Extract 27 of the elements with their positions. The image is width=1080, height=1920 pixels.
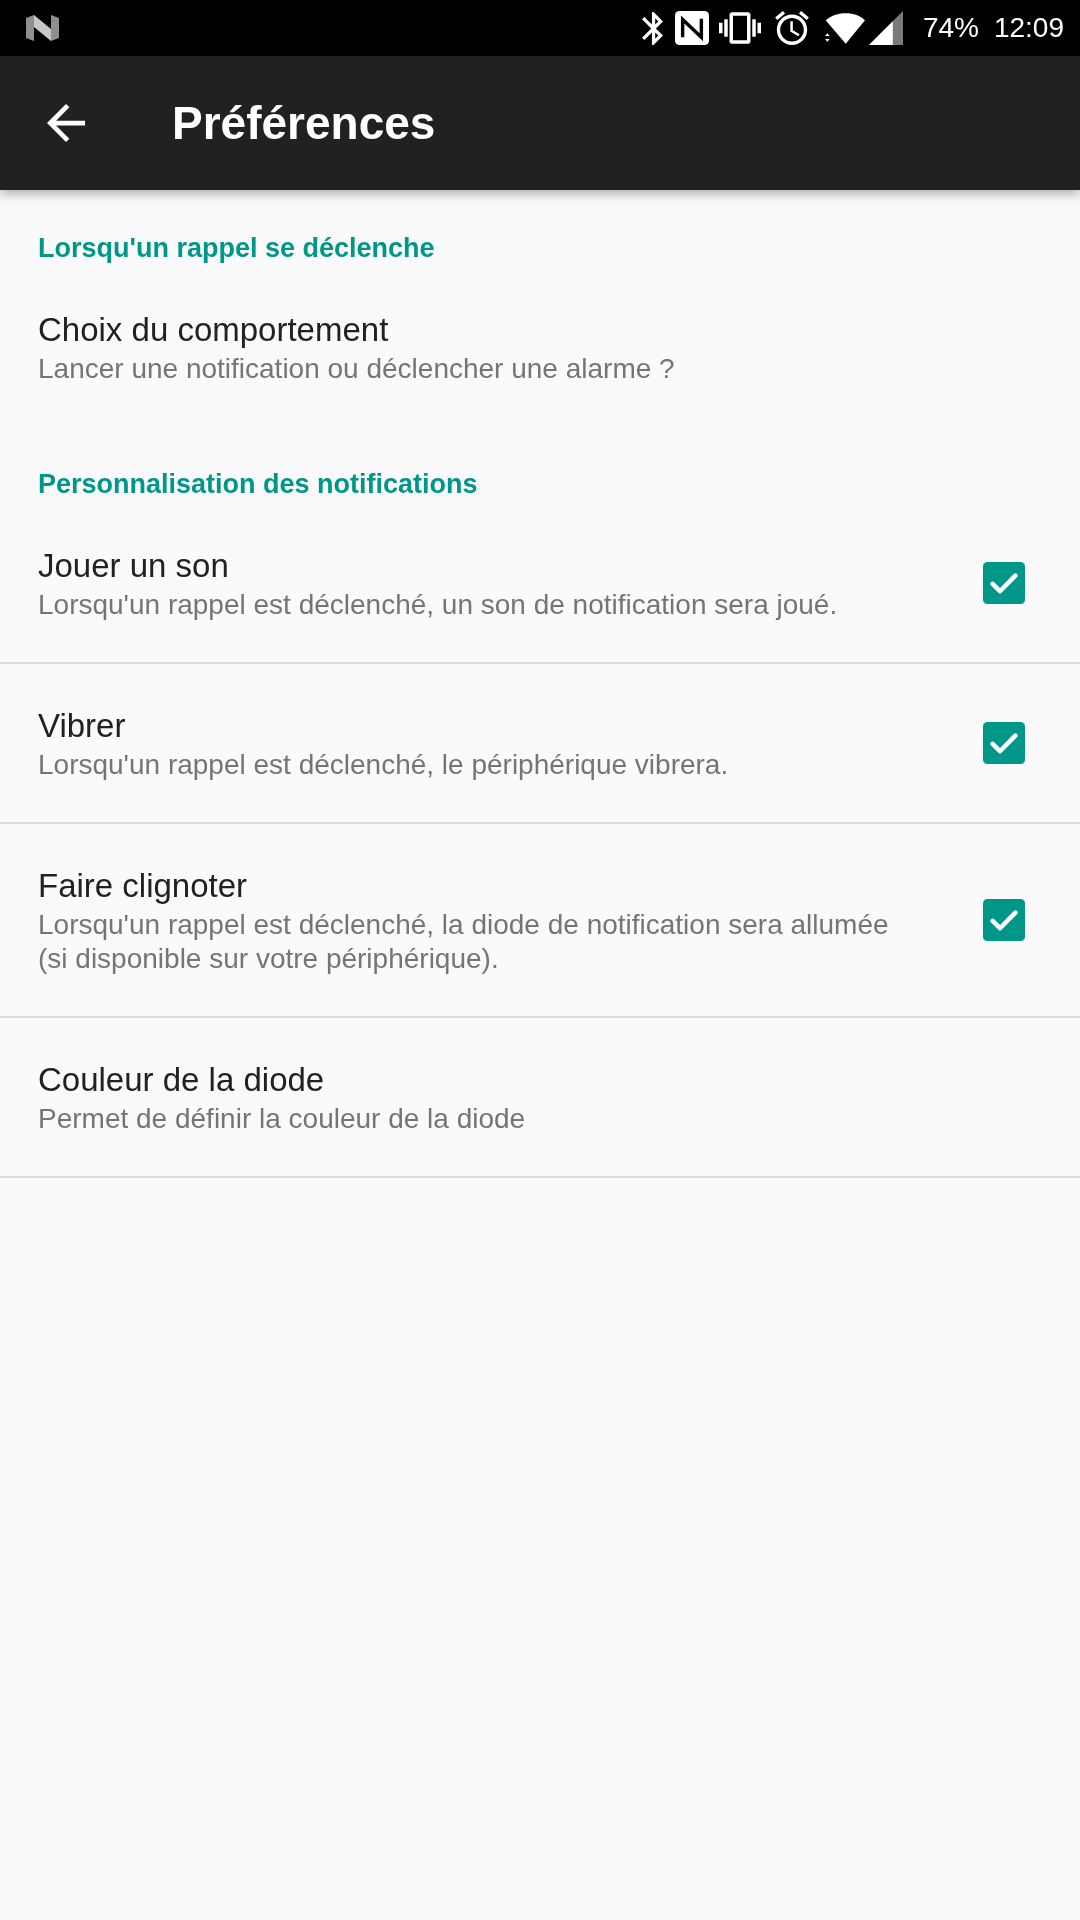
setting-title: Couleur de la diode — [38, 1060, 325, 1100]
clock-time: 12:09 — [993, 11, 1064, 45]
checkbox[interactable] — [983, 899, 1025, 941]
wifi-icon — [822, 12, 865, 44]
back-arrow-icon — [47, 104, 85, 142]
setting-summary: Lorsqu'un rappel est déclenché, le périphérique vibrera. — [38, 748, 729, 782]
setting-summary: Permet de définir la couleur de la diode — [38, 1102, 526, 1136]
battery-level: 74% — [922, 11, 979, 45]
setting-title: Jouer un son — [38, 546, 229, 586]
setting-summary: Lorsqu'un rappel est déclenché, la diode de notification sera allumée (si disponible sur votre périphérique). — [38, 908, 890, 976]
checkbox[interactable] — [983, 562, 1025, 604]
setting-title: Faire clignoter — [38, 866, 248, 906]
vibrate-icon — [718, 12, 761, 44]
checkbox[interactable] — [983, 722, 1025, 764]
setting-summary: Lancer une notification ou déclencher une alarme ? — [38, 352, 675, 386]
setting-summary: Lorsqu'un rappel est déclenché, un son de notification sera joué. — [38, 588, 838, 622]
alarm-clock-icon — [774, 11, 809, 45]
section-header: Personnalisation des notifications — [38, 468, 478, 500]
section-header: Lorsqu'un rappel se déclenche — [38, 232, 435, 264]
logo-icon — [26, 15, 59, 41]
setting-title: Choix du comportement — [38, 310, 389, 350]
back-button[interactable] — [47, 104, 85, 142]
signal-icon — [868, 11, 903, 45]
screen-title: Préférences — [172, 96, 436, 151]
nfc-icon — [674, 11, 709, 45]
bluetooth-icon — [641, 11, 663, 45]
setting-title: Vibrer — [38, 706, 126, 746]
